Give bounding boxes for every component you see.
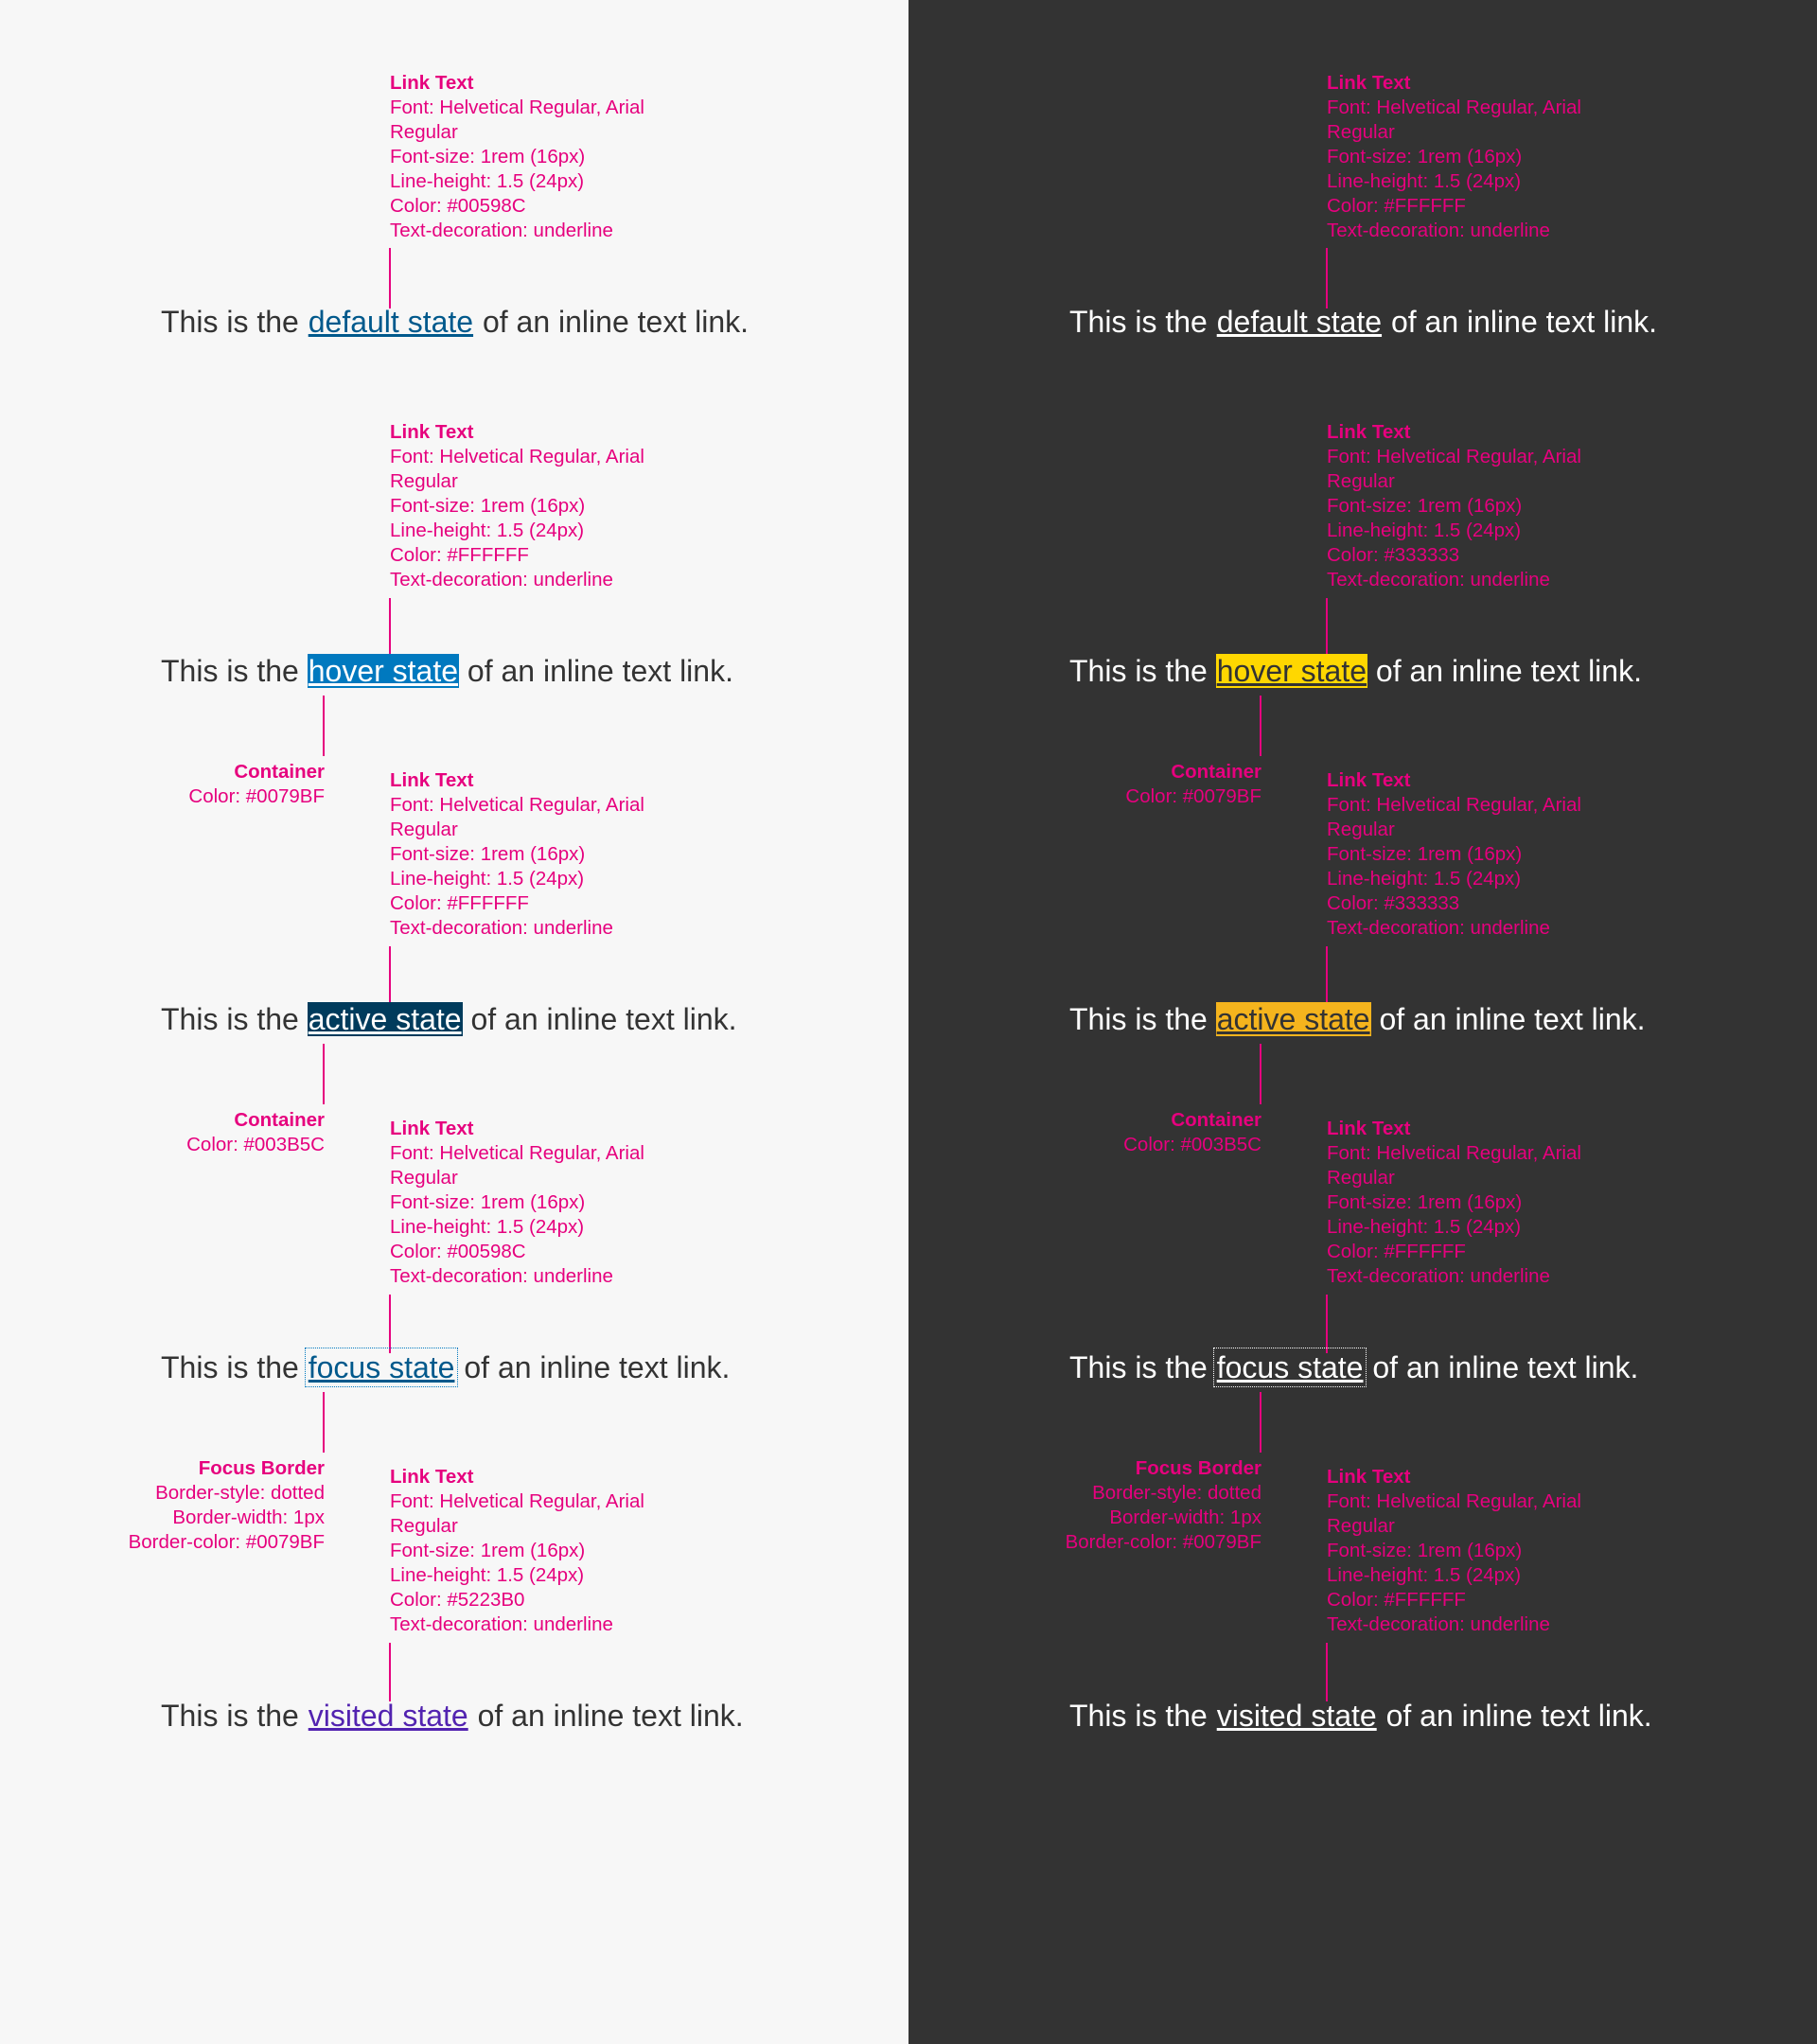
link-text-spec-visited: Link Text Font: Helvetical Regular, Aria… (1327, 1466, 1581, 1635)
spec-font: Font: Helvetical Regular, Arial (390, 97, 644, 118)
leader-line (1260, 696, 1261, 756)
focus-state-link[interactable]: focus state (304, 1348, 459, 1387)
link-text-spec-active: Link Text Font: Helvetical Regular, Aria… (390, 769, 644, 939)
focus-state-link[interactable]: focus state (1212, 1348, 1367, 1387)
focus-border-spec: Focus Border Border-style: dotted Border… (128, 1457, 325, 1553)
spec-font-cont: Regular (390, 121, 458, 143)
sentence-active: This is the active state of an inline te… (1069, 1002, 1646, 1036)
default-state-link[interactable]: default state (308, 305, 474, 339)
link-text-spec-focus: Link Text Font: Helvetical Regular, Aria… (1327, 1118, 1581, 1287)
spec-font-size: Font-size: 1rem (16px) (390, 146, 586, 167)
spec-heading: Link Text (390, 72, 474, 94)
leader-line (1260, 1392, 1261, 1453)
visited-state-link[interactable]: visited state (1216, 1699, 1378, 1733)
leader-line (323, 1044, 325, 1104)
default-state-link[interactable]: default state (1216, 305, 1383, 339)
link-text-spec-hover: Link Text Font: Helvetical Regular, Aria… (390, 421, 644, 590)
link-text-spec-focus: Link Text Font: Helvetical Regular, Aria… (390, 1118, 644, 1287)
link-text-spec-default: Link Text Font: Helvetical Regular, Aria… (390, 71, 644, 243)
leader-line (1260, 1044, 1261, 1104)
sentence-hover: This is the hover state of an inline tex… (1069, 654, 1642, 688)
sentence-default: This is the default state of an inline t… (161, 305, 749, 339)
sentence-hover: This is the hover state of an inline tex… (161, 654, 733, 688)
dark-theme-panel: Link Text Font: Helvetical Regular, Aria… (908, 0, 1817, 2044)
container-spec-active: Container Color: #003B5C (186, 1109, 325, 1155)
link-text-spec-default: Link Text Font: Helvetical Regular, Aria… (1327, 72, 1581, 241)
visited-state-link[interactable]: visited state (308, 1699, 469, 1733)
container-spec-hover: Container Color: #0079BF (1125, 761, 1261, 807)
sentence-focus: This is the focus state of an inline tex… (161, 1348, 731, 1387)
hover-state-link[interactable]: hover state (1215, 654, 1368, 688)
sentence-default: This is the default state of an inline t… (1069, 305, 1657, 339)
active-state-link[interactable]: active state (307, 1002, 463, 1036)
leader-line (323, 1392, 325, 1453)
sentence-focus: This is the focus state of an inline tex… (1069, 1348, 1639, 1387)
spec-line-height: Line-height: 1.5 (24px) (390, 170, 585, 192)
spec-color: Color: #00598C (390, 195, 526, 217)
sentence-visited: This is the visited state of an inline t… (161, 1699, 744, 1733)
link-text-spec-visited: Link Text Font: Helvetical Regular, Aria… (390, 1466, 644, 1635)
link-text-spec-active: Link Text Font: Helvetical Regular, Aria… (1327, 769, 1581, 939)
sentence-active: This is the active state of an inline te… (161, 1002, 737, 1036)
container-spec-hover: Container Color: #0079BF (188, 761, 325, 807)
container-spec-active: Container Color: #003B5C (1123, 1109, 1261, 1155)
hover-state-link[interactable]: hover state (307, 654, 460, 688)
sentence-visited: This is the visited state of an inline t… (1069, 1699, 1652, 1733)
light-theme-panel: Link Text Font: Helvetical Regular, Aria… (0, 0, 908, 2044)
active-state-link[interactable]: active state (1215, 1002, 1371, 1036)
spec-decoration: Text-decoration: underline (390, 220, 613, 241)
link-text-spec-hover: Link Text Font: Helvetical Regular, Aria… (1327, 421, 1581, 590)
focus-border-spec: Focus Border Border-style: dotted Border… (1065, 1457, 1261, 1553)
leader-line (323, 696, 325, 756)
